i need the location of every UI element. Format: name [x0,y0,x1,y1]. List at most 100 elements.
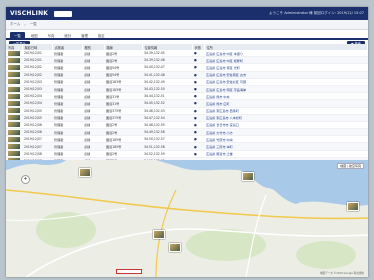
cell-st: ● [192,150,204,158]
breadcrumb-home[interactable]: ホーム [10,22,20,27]
table-row[interactable]: 2019/12/06 管理者 点検 国道2号 34.48,132.55 ● 広島県 廿日市市… [6,121,368,130]
table-row[interactable]: 2019/12/03 管理者 点検 国道183号 34.43,132.50 ● 広島県 広島… [6,85,368,94]
cell-route: 国道375号 [104,107,142,115]
cell-st: ● [192,128,204,137]
cell-st: ● [192,56,204,65]
tab-stats[interactable]: 統計 [60,32,75,38]
cell-addr[interactable]: 広島県 尾道市 土堂 [204,150,368,158]
cell-addr[interactable]: 広島県 呉市 中央 [204,92,368,101]
cell-user: 管理者 [52,114,82,122]
map-marker[interactable] [79,168,91,177]
cell-kind: 点検 [82,142,104,151]
photo-thumbnail[interactable] [8,50,20,56]
table-row[interactable]: 2019/12/04 管理者 点検 国道31号 34.44,132.51 ● 広島県 呉市 … [6,92,368,101]
cell-kind: 点検 [82,56,104,65]
row-thumbnail [6,121,22,130]
table-row[interactable]: 2019/12/06 管理者 点検 国道2号 34.49,132.56 ● 広島県 大竹市 … [6,128,368,137]
cell-addr[interactable]: 広島県 東広島市 八本松町 [204,114,368,122]
cell-st: ● [192,99,204,108]
cell-addr[interactable]: 広島県 廿日市市 宮島口 [204,121,368,130]
cell-st: ● [192,78,204,86]
row-thumbnail [6,85,22,94]
cell-addr[interactable]: 広島県 三原市 本町 [204,142,368,151]
photo-thumbnail[interactable] [8,151,20,157]
cell-pos: 34.49,132.56 [142,128,192,137]
table-row[interactable]: 2019/12/02 管理者 点検 国道54号 34.40,132.47 ● 広島県 広島市… [6,63,368,72]
cell-addr[interactable]: 広島県 広島市 安佐南区 古市 [204,71,368,79]
tab-settings[interactable]: 設定 [94,32,109,38]
cell-date: 2019/12/04 [22,92,52,101]
cell-addr[interactable]: 広島県 呉市 広町 [204,99,368,108]
row-thumbnail [6,150,22,158]
cell-pos: 34.51,132.58 [142,142,192,151]
cell-route: 国道375号 [104,114,142,122]
cell-addr[interactable]: 広島県 東広島市 西条町 [204,107,368,115]
table-row[interactable]: 2019/12/08 管理者 点検 国道2号 34.52,132.59 ● 広島県 尾道市 … [6,150,368,158]
search-input[interactable] [54,10,73,17]
map-type-toggle[interactable]: 地図 | 航空写真 [337,163,364,169]
zoom-control[interactable]: + [21,175,30,184]
photo-thumbnail[interactable] [8,115,20,121]
table-row[interactable]: 2019/12/01 管理者 点検 国道2号 34.39,132.46 ● 広島県 広島市 … [6,56,368,65]
map-panel[interactable]: + 地図 | 航空写真 地図データ ©2019 Google 利用規約 [6,160,368,277]
table-row[interactable]: 2019/12/03 管理者 点検 国道183号 34.42,132.49 ● 広島県 広島… [6,78,368,86]
photo-thumbnail[interactable] [8,64,20,70]
cell-addr[interactable]: 広島県 広島市 中区 紙屋町 [204,56,368,65]
cell-pos: 34.52,132.59 [142,150,192,158]
cell-addr[interactable]: 広島県 竹原市 中央 [204,135,368,144]
row-thumbnail [6,128,22,137]
map-canvas[interactable] [6,160,368,277]
cell-route: 国道31号 [104,99,142,108]
cell-kind: 点検 [82,114,104,122]
cell-addr[interactable]: 広島県 広島市 南区 宇品海岸 [204,85,368,94]
row-thumbnail [6,56,22,65]
cell-kind: 点検 [82,50,104,58]
map-marker[interactable] [347,202,359,211]
table-row[interactable]: 2019/12/05 管理者 点検 国道375号 34.47,132.54 ● 広島県 東広… [6,114,368,122]
photo-thumbnail[interactable] [8,122,20,128]
cell-kind: 点検 [82,99,104,108]
photo-thumbnail[interactable] [8,129,20,135]
photo-thumbnail[interactable] [8,136,20,142]
app-logo[interactable]: VISCHLINK [10,10,48,17]
photo-thumbnail[interactable] [8,108,20,114]
tab-map[interactable]: 地図 [27,32,42,38]
cell-addr[interactable]: 広島県 広島市 中区 本通り [204,50,368,58]
photo-thumbnail[interactable] [8,144,20,150]
photo-thumbnail[interactable] [8,72,20,78]
table-row[interactable]: 2019/12/04 管理者 点検 国道31号 34.45,132.52 ● 広島県 呉市 … [6,99,368,108]
cell-date: 2019/12/02 [22,71,52,79]
cell-pos: 34.43,132.50 [142,85,192,94]
cell-user: 管理者 [52,92,82,101]
table-row[interactable]: 2019/12/02 管理者 点検 国道54号 34.41,132.48 ● 広島県 広島市… [6,71,368,79]
photo-thumbnail[interactable] [8,79,20,85]
photo-thumbnail[interactable] [8,93,20,99]
tab-admin[interactable]: 管理 [77,32,92,38]
photo-thumbnail[interactable] [8,100,20,106]
cell-st: ● [192,121,204,130]
cell-date: 2019/12/01 [22,50,52,58]
cell-addr[interactable]: 広島県 広島市 安佐北区 可部 [204,78,368,86]
cell-user: 管理者 [52,85,82,94]
cell-route: 国道183号 [104,85,142,94]
cell-addr[interactable]: 広島県 大竹市 小方 [204,128,368,137]
table-row[interactable]: 2019/12/05 管理者 点検 国道375号 34.46,132.53 ● 広島県 東広… [6,107,368,115]
photo-thumbnail[interactable] [8,86,20,92]
map-marker[interactable] [169,243,181,252]
table-row[interactable]: 2019/12/07 管理者 点検 国道185号 34.51,132.58 ● 広島県 三原… [6,142,368,151]
tab-photo[interactable]: 写真 [44,32,59,38]
user-info: ようこそ Administrator 様 前回ログイン: 2019/12/ 15… [269,11,364,15]
cell-user: 管理者 [52,142,82,151]
cell-kind: 点検 [82,63,104,72]
cell-kind: 点検 [82,135,104,144]
photo-thumbnail[interactable] [8,57,20,63]
cell-st: ● [192,142,204,151]
cell-addr[interactable]: 広島県 広島市 東区 光町 [204,63,368,72]
cell-kind: 点検 [82,150,104,158]
map-marker[interactable] [153,230,165,239]
tab-list[interactable]: 一覧 [10,32,25,38]
table-row[interactable]: 2019/12/01 管理者 点検 国道2号 34.39,132.45 ● 広島県 広島市 … [6,50,368,58]
cell-user: 管理者 [52,99,82,108]
map-marker[interactable] [242,172,254,181]
table-row[interactable]: 2019/12/07 管理者 点検 国道185号 34.50,132.57 ● 広島県 竹原… [6,135,368,144]
